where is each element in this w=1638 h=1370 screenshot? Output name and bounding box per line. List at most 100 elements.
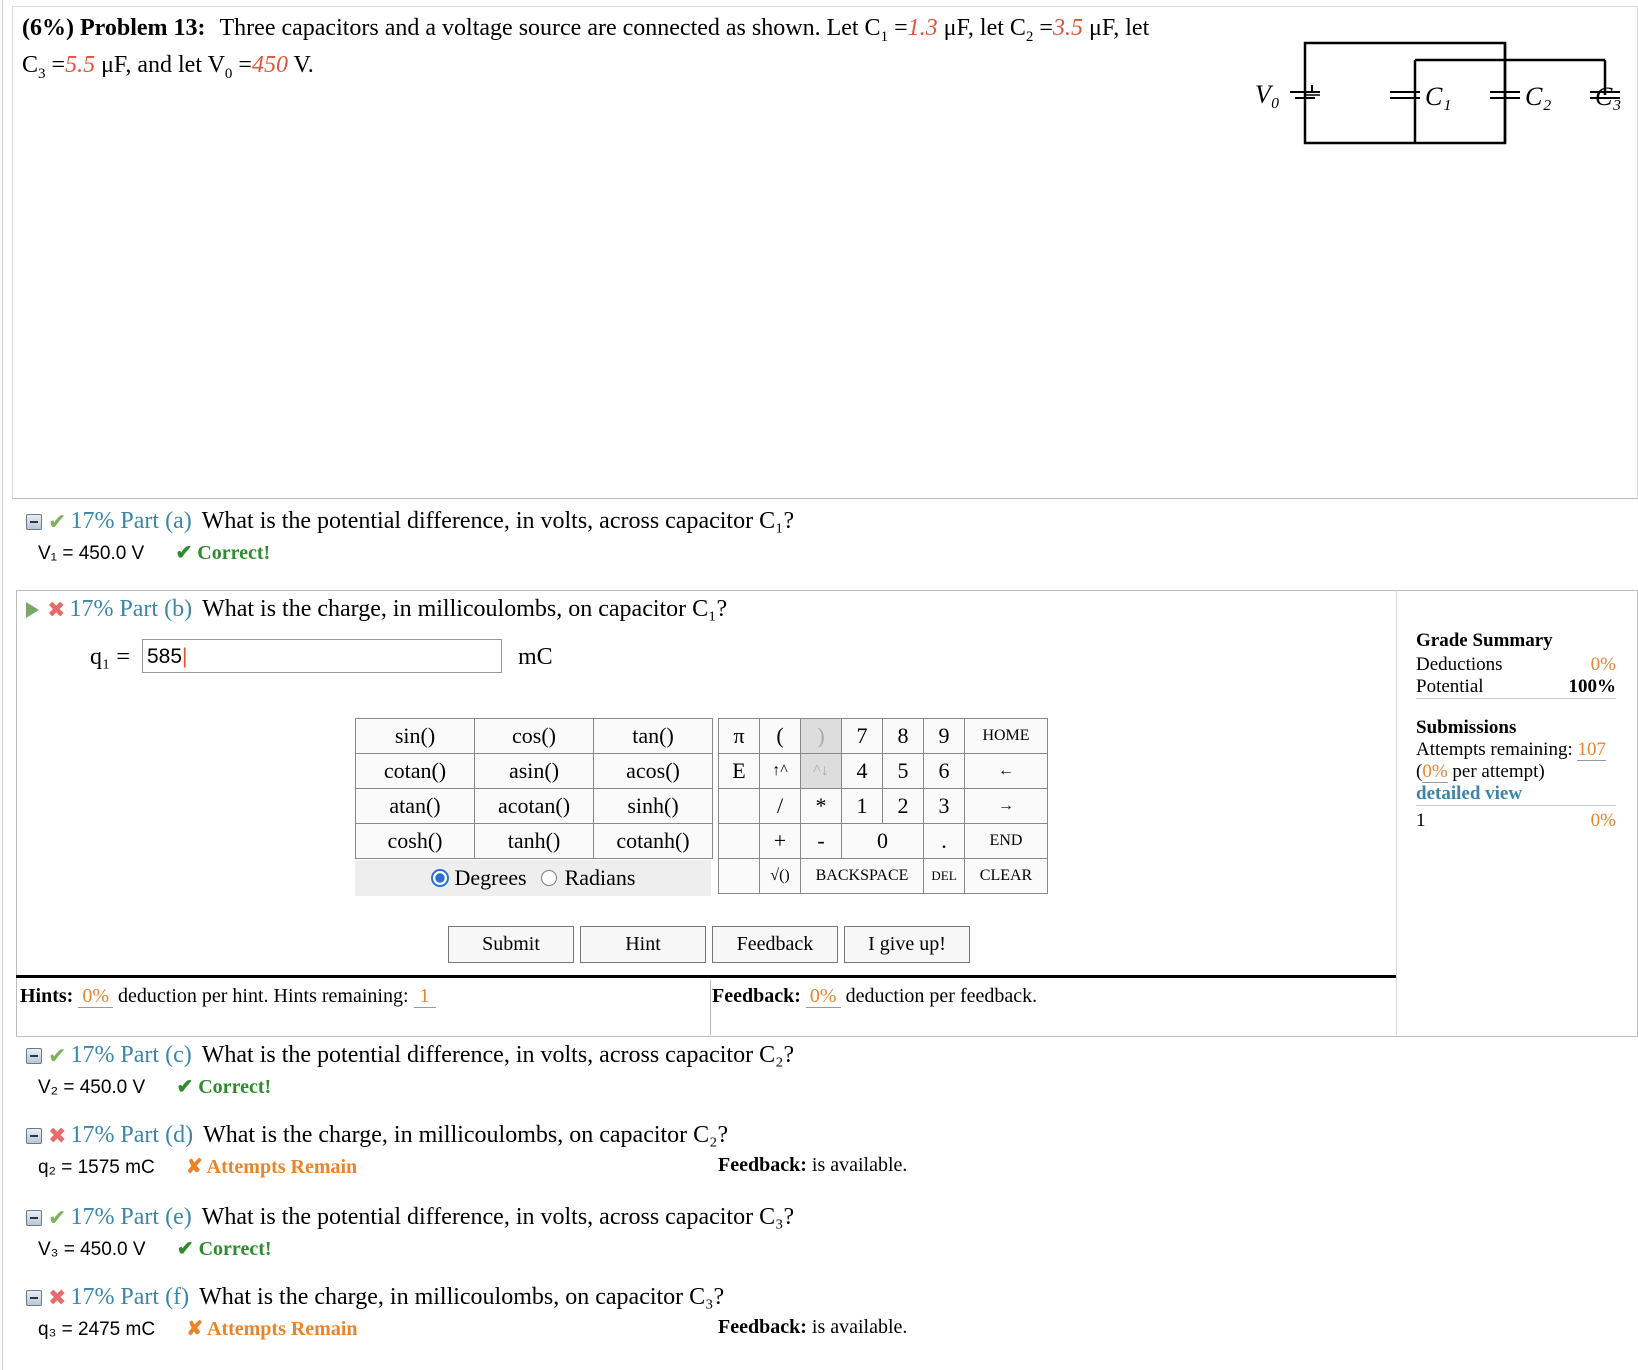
- q1-input[interactable]: 585|: [142, 639, 502, 673]
- key-up[interactable]: ↑^: [759, 753, 801, 789]
- key-minus[interactable]: -: [800, 823, 842, 859]
- bar-divider: [710, 980, 711, 1035]
- fn-button[interactable]: cotanh(): [593, 823, 713, 859]
- key-3[interactable]: 3: [923, 788, 965, 824]
- part-d-feedback: Feedback: is available.: [718, 1154, 908, 1176]
- part-e-header: ✔ 17% Part (e) What is the potential dif…: [26, 1204, 794, 1231]
- fn-button[interactable]: sinh(): [593, 788, 713, 824]
- x-icon: ✖: [48, 1122, 67, 1148]
- give-up-button[interactable]: I give up!: [844, 926, 970, 963]
- fn-button[interactable]: asin(): [474, 753, 594, 789]
- key-end[interactable]: END: [964, 823, 1048, 859]
- key-close-paren[interactable]: ): [800, 718, 842, 754]
- expand-arrow-icon[interactable]: [26, 601, 39, 618]
- fn-button[interactable]: cotan(): [355, 753, 475, 789]
- fn-button[interactable]: cos(): [474, 718, 594, 754]
- fn-button[interactable]: tan(): [593, 718, 713, 754]
- key-down[interactable]: ^↓: [800, 753, 842, 789]
- key-multiply[interactable]: *: [800, 788, 842, 824]
- part-f-feedback: Feedback: is available.: [718, 1316, 908, 1338]
- part-e-answer: V₃ = 450.0 V ✔ Correct!: [38, 1238, 272, 1260]
- key-e[interactable]: E: [718, 753, 760, 789]
- submit-button[interactable]: Submit: [448, 926, 574, 963]
- key-open-paren[interactable]: (: [759, 718, 801, 754]
- key-sqrt[interactable]: √(): [759, 858, 801, 894]
- fn-button[interactable]: sin(): [355, 718, 475, 754]
- key-2[interactable]: 2: [882, 788, 924, 824]
- key-0[interactable]: 0: [841, 823, 924, 859]
- checkmark-icon: ✔: [48, 508, 67, 534]
- c2-value: 3.5: [1052, 15, 1083, 41]
- key-clear[interactable]: CLEAR: [964, 858, 1048, 894]
- key-blank: [718, 823, 760, 859]
- v0-value: 450: [251, 51, 288, 78]
- key-left[interactable]: ←: [964, 753, 1048, 789]
- collapse-icon[interactable]: [26, 1289, 42, 1306]
- hint-button[interactable]: Hint: [580, 926, 706, 963]
- key-del[interactable]: DEL: [923, 858, 965, 894]
- key-4[interactable]: 4: [841, 753, 883, 789]
- part-c-header: ✔ 17% Part (c) What is the potential dif…: [26, 1042, 794, 1069]
- collapse-icon[interactable]: [26, 1127, 42, 1144]
- keypad: π ( ) 7 8 9 HOME E ↑^ ^↓ 4 5 6 ← / * 1 2…: [718, 718, 1048, 894]
- q1-label: q₁ =: [90, 644, 130, 670]
- part-a-header: ✔ 17% Part (a) What is the potential dif…: [26, 508, 794, 535]
- fn-button[interactable]: cosh(): [355, 823, 475, 859]
- key-5[interactable]: 5: [882, 753, 924, 789]
- attempts-remaining: 107: [1577, 739, 1606, 761]
- key-right[interactable]: →: [964, 788, 1048, 824]
- c1-value: 1.3: [907, 15, 938, 41]
- correct-status: ✔ Correct!: [175, 542, 271, 564]
- part-b-header: ✖ 17% Part (b) What is the charge, in mi…: [22, 596, 727, 623]
- collapse-icon[interactable]: [26, 1047, 42, 1064]
- grade-summary: Grade Summary Deductions 0% Potential 100%…: [1416, 630, 1616, 831]
- collapse-icon[interactable]: [26, 1209, 42, 1226]
- x-icon: ✖: [47, 596, 66, 622]
- unit-label: mC: [518, 644, 553, 670]
- key-plus[interactable]: +: [759, 823, 801, 859]
- collapse-icon[interactable]: [26, 513, 42, 530]
- fn-button[interactable]: acos(): [593, 753, 713, 789]
- key-1[interactable]: 1: [841, 788, 883, 824]
- key-blank: [718, 858, 760, 894]
- key-blank: [718, 788, 760, 824]
- checkmark-icon: ✔: [48, 1042, 67, 1068]
- grade-separator: [1396, 590, 1397, 1035]
- fn-button[interactable]: acotan(): [474, 788, 594, 824]
- key-9[interactable]: 9: [923, 718, 965, 754]
- fn-button[interactable]: atan(): [355, 788, 475, 824]
- part-d-answer: q₂ = 1575 mC ✘ Attempts Remain: [38, 1156, 358, 1178]
- feedback-info: Feedback: 0% deduction per feedback.: [712, 985, 1038, 1008]
- part-d-header: ✖ 17% Part (d) What is the charge, in mi…: [26, 1122, 728, 1149]
- function-pad: sin() cos() tan() cotan() asin() acos() atan…: [355, 718, 713, 859]
- hints-remaining: 1: [413, 985, 436, 1008]
- degrees-radio[interactable]: [430, 869, 449, 887]
- key-divide[interactable]: /: [759, 788, 801, 824]
- key-home[interactable]: HOME: [964, 718, 1048, 754]
- key-dot[interactable]: .: [923, 823, 965, 859]
- part-c-answer: V₂ = 450.0 V ✔ Correct!: [38, 1076, 272, 1098]
- label-c1: C₁: [1425, 82, 1451, 111]
- circuit-diagram: V₀ C₁ C₂ C₃: [1255, 41, 1621, 145]
- key-7[interactable]: 7: [841, 718, 883, 754]
- problem-header: (6%) Problem 13:: [22, 15, 206, 41]
- fn-button[interactable]: tanh(): [474, 823, 594, 859]
- frame-border: [2, 0, 3, 1370]
- part-a-answer: V₁ = 450.0 V ✔ Correct!: [38, 542, 271, 564]
- label-c3: C₃: [1595, 82, 1621, 111]
- detailed-view-link[interactable]: detailed view: [1416, 783, 1616, 806]
- key-backspace[interactable]: BACKSPACE: [800, 858, 924, 894]
- problem-statement: (6%) Problem 13: Three capacitors and a …: [22, 15, 1150, 82]
- c3-value: 5.5: [65, 51, 96, 78]
- part-f-header: ✖ 17% Part (f) What is the charge, in mi…: [26, 1284, 724, 1311]
- feedback-button[interactable]: Feedback: [712, 926, 838, 963]
- radians-radio[interactable]: [540, 870, 557, 886]
- hints-info: Hints: 0% deduction per hint. Hints rema…: [20, 985, 436, 1008]
- angle-mode: Degrees Radians: [355, 860, 711, 896]
- part-f-answer: q₃ = 2475 mC ✘ Attempts Remain: [38, 1318, 358, 1340]
- x-icon: ✖: [48, 1284, 67, 1310]
- key-pi[interactable]: π: [718, 718, 760, 754]
- label-v0: V₀: [1255, 80, 1280, 109]
- key-8[interactable]: 8: [882, 718, 924, 754]
- key-6[interactable]: 6: [923, 753, 965, 789]
